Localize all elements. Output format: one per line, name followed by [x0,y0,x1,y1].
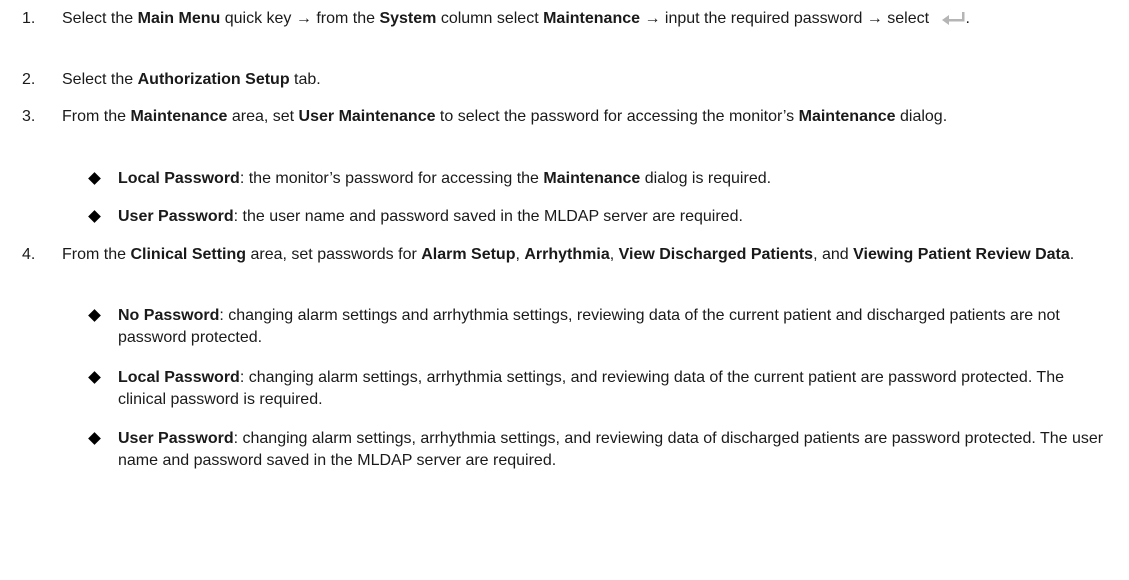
step-text: Select the Main Menu quick key → from th… [62,10,970,27]
bullet-text: Local Password: the monitor’s password f… [118,170,772,187]
step-number: 1. [22,10,36,27]
step-text: Select the Authorization Setup tab. [62,71,321,88]
diamond-bullet-icon [88,432,101,445]
bullet-text: User Password: the user name and passwor… [118,208,743,225]
diamond-bullet-icon [88,309,101,322]
bullet-text: User Password: changing alarm settings, … [118,430,1104,469]
step-text: From the Maintenance area, set User Main… [62,108,948,125]
instruction-document: 1. Select the Main Menu quick key → from… [0,0,1129,580]
bullet-text: Local Password: changing alarm settings,… [118,369,1064,408]
enter-key-icon [941,12,964,25]
step-text: From the Clinical Setting area, set pass… [62,246,1075,263]
diamond-bullet-icon [88,371,101,384]
diamond-bullet-icon [88,210,101,223]
diamond-bullet-icon [88,172,101,185]
step-number: 2. [22,71,36,88]
step-number: 4. [22,246,36,263]
step-number: 3. [22,108,36,125]
bullet-text: No Password: changing alarm settings and… [118,307,1060,346]
